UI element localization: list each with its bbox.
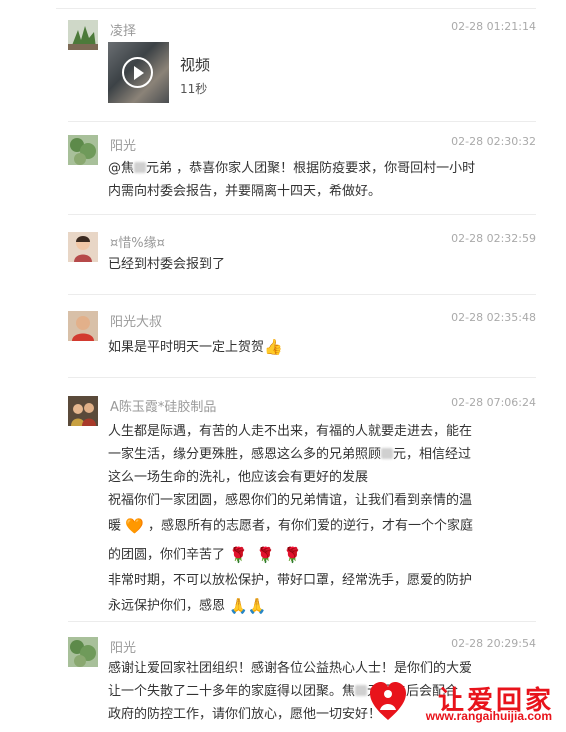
avatar[interactable] xyxy=(68,135,98,165)
avatar[interactable] xyxy=(68,637,98,667)
heart-icon: 🧡 xyxy=(125,517,144,535)
divider xyxy=(68,121,536,122)
comment-item: 阳光 02-28 02:30:32 @焦 元弟 ，恭喜你家人团聚！根据防疫要求，你… xyxy=(68,135,536,205)
divider xyxy=(68,214,536,215)
divider xyxy=(68,294,536,295)
redacted-text xyxy=(355,685,368,696)
watermark-url: www.rangaihuijia.com xyxy=(425,709,552,723)
username[interactable]: 凌择 xyxy=(110,20,136,39)
avatar[interactable] xyxy=(68,311,98,341)
comment-text: 人生都是际遇，有苦的人走不出来，有福的人就要走进去，能在 一家生活，缘分更殊胜，… xyxy=(108,420,532,621)
comment-item: 凌择 02-28 01:21:14 视频 11秒 xyxy=(68,20,536,110)
timestamp: 02-28 02:30:32 xyxy=(451,135,536,148)
top-divider xyxy=(56,8,536,9)
username[interactable]: ¤惜%缘¤ xyxy=(110,232,165,251)
comment-text: @焦 元弟 ，恭喜你家人团聚！根据防疫要求，你哥回村一小时 内需向村委会报告，并要… xyxy=(108,161,476,199)
timestamp: 02-28 20:29:54 xyxy=(451,637,536,650)
username[interactable]: 阳光大叔 xyxy=(110,311,162,330)
redacted-text xyxy=(381,448,394,459)
timestamp: 02-28 02:32:59 xyxy=(451,232,536,245)
timestamp: 02-28 01:21:14 xyxy=(451,20,536,33)
timestamp: 02-28 07:06:24 xyxy=(451,396,536,409)
divider xyxy=(68,621,536,622)
avatar[interactable] xyxy=(68,232,98,262)
video-duration: 11秒 xyxy=(180,82,208,96)
timestamp: 02-28 02:35:48 xyxy=(451,311,536,324)
redacted-text xyxy=(134,162,147,173)
username[interactable]: 阳光 xyxy=(110,135,136,154)
pray-icon: 🙏 xyxy=(229,597,248,615)
rose-icon: 🌹 xyxy=(283,545,302,564)
video-title[interactable]: 视频 xyxy=(180,54,210,75)
thumbs-up-icon: 👍 xyxy=(264,338,283,356)
pray-icon: 🙏 xyxy=(247,597,267,615)
comment-item: 阳光大叔 02-28 02:35:48 如果是平时明天一定上贺贺👍 xyxy=(68,311,536,366)
comment-item: A陈玉霞*硅胶制品 02-28 07:06:24 人生都是际遇，有苦的人走不出来… xyxy=(68,396,536,615)
comment-text: 已经到村委会报到了 xyxy=(108,257,226,272)
username[interactable]: 阳光 xyxy=(110,637,136,656)
divider xyxy=(68,377,536,378)
avatar[interactable] xyxy=(68,20,98,50)
play-icon[interactable] xyxy=(122,57,153,88)
site-watermark: 让爱回家 www.rangaihuijia.com xyxy=(368,680,558,726)
comment-text: 如果是平时明天一定上贺贺👍 xyxy=(108,336,532,359)
avatar[interactable] xyxy=(68,396,98,426)
comment-item: ¤惜%缘¤ 02-28 02:32:59 已经到村委会报到了 xyxy=(68,232,536,282)
username[interactable]: A陈玉霞*硅胶制品 xyxy=(110,396,216,415)
rose-icon: 🌹 xyxy=(229,545,248,564)
heart-logo-icon xyxy=(370,682,406,720)
rose-icon: 🌹 xyxy=(256,545,275,564)
video-thumbnail[interactable] xyxy=(108,42,169,103)
